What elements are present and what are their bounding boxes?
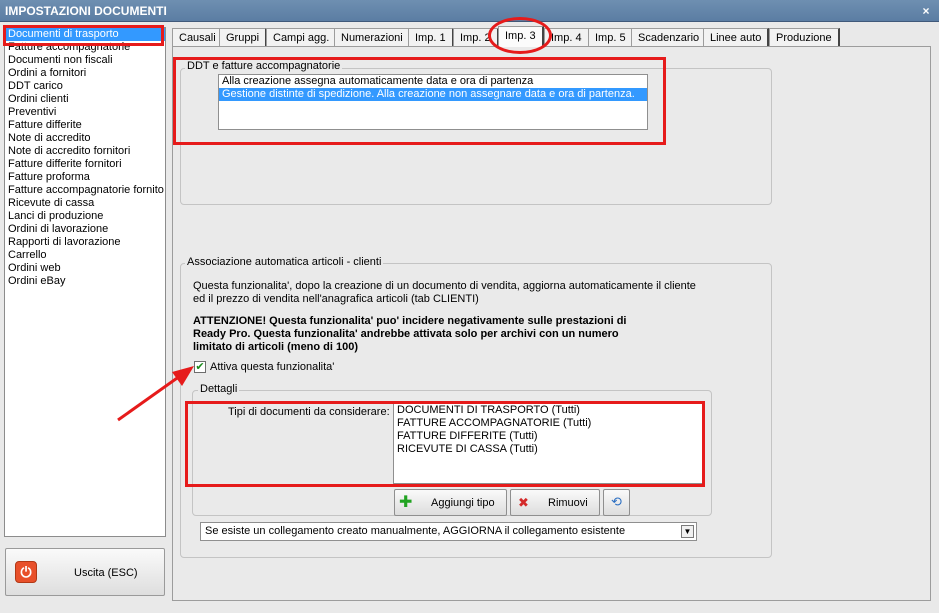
list-item[interactable]: Ordini clienti	[5, 93, 165, 106]
ddt-options-list[interactable]: Alla creazione assegna automaticamente d…	[218, 74, 648, 130]
list-item[interactable]: FATTURE DIFFERITE (Tutti)	[394, 430, 702, 443]
list-item[interactable]: DOCUMENTI DI TRASPORTO (Tutti)	[394, 404, 702, 417]
link-mode-select[interactable]: Se esiste un collegamento creato manualm…	[200, 522, 697, 541]
tab-imp-1[interactable]: Imp. 1	[408, 28, 454, 47]
list-item[interactable]: Note di accredito fornitori	[5, 145, 165, 158]
tab-linee-auto[interactable]: Linee auto	[703, 28, 770, 47]
add-type-button-label: Aggiungi tipo	[431, 497, 495, 509]
add-icon: ✚	[399, 494, 413, 511]
list-item[interactable]: Ordini di lavorazione	[5, 223, 165, 236]
exit-button-label: Uscita (ESC)	[74, 567, 138, 579]
list-item[interactable]: Lanci di produzione	[5, 210, 165, 223]
list-item[interactable]: Fatture differite	[5, 119, 165, 132]
tab-imp-3[interactable]: Imp. 3	[498, 26, 544, 47]
clear-list-button[interactable]: ⟲	[603, 489, 630, 516]
list-item[interactable]: Rapporti di lavorazione	[5, 236, 165, 249]
remove-icon: ✖	[518, 495, 529, 510]
tab-produzione[interactable]: Produzione	[769, 28, 840, 47]
power-icon: ⏻	[15, 561, 37, 583]
tab-scadenzario[interactable]: Scadenzario	[631, 28, 708, 47]
remove-button-label: Rimuovi	[548, 497, 588, 509]
list-item-documenti-di-trasporto[interactable]: Documenti di trasporto	[5, 28, 165, 41]
chevron-down-icon[interactable]: ▼	[681, 525, 694, 538]
list-item[interactable]: RICEVUTE DI CASSA (Tutti)	[394, 443, 702, 456]
list-item[interactable]: Carrello	[5, 249, 165, 262]
list-item[interactable]: FATTURE ACCOMPAGNATORIE (Tutti)	[394, 417, 702, 430]
add-type-button[interactable]: ✚ Aggiungi tipo	[394, 489, 507, 516]
list-item[interactable]: Fatture accompagnatorie	[5, 41, 165, 54]
link-mode-value: Se esiste un collegamento creato manualm…	[205, 525, 626, 537]
list-item[interactable]: Fatture proforma	[5, 171, 165, 184]
list-item[interactable]: Note di accredito	[5, 132, 165, 145]
list-item[interactable]: DDT carico	[5, 80, 165, 93]
activate-feature-label[interactable]: Attiva questa funzionalita'	[210, 361, 334, 373]
assoc-warning-line-3: limitato di articoli (meno di 100)	[193, 341, 359, 353]
doc-types-list[interactable]: DOCUMENTI DI TRASPORTO (Tutti) FATTURE A…	[393, 403, 703, 484]
tab-imp-4[interactable]: Imp. 4	[544, 28, 590, 47]
list-item[interactable]: Ordini eBay	[5, 275, 165, 288]
list-item[interactable]: Ricevute di cassa	[5, 197, 165, 210]
tab-imp-5[interactable]: Imp. 5	[588, 28, 634, 47]
tab-numerazioni[interactable]: Numerazioni	[334, 28, 411, 47]
tab-campi-agg[interactable]: Campi agg.	[266, 28, 338, 47]
details-group-legend: Dettagli	[198, 383, 240, 395]
close-icon[interactable]: ×	[919, 0, 933, 22]
list-item[interactable]: Ordini web	[5, 262, 165, 275]
list-item[interactable]: Documenti non fiscali	[5, 54, 165, 67]
document-type-list[interactable]: Documenti di trasporto Fatture accompagn…	[4, 27, 166, 537]
assoc-group-legend: Associazione automatica articoli - clien…	[185, 256, 384, 268]
ddt-option-assign-date[interactable]: Alla creazione assegna automaticamente d…	[219, 75, 647, 88]
recycle-icon: ⟲	[611, 494, 622, 509]
assoc-warning-line-2: Ready Pro. Questa funzionalita' andrebbe…	[193, 328, 619, 340]
ddt-group-legend: DDT e fatture accompagnatorie	[185, 60, 343, 72]
assoc-description-line-2: ed il prezzo di vendita nell'anagrafica …	[193, 293, 479, 305]
assoc-warning-line-1: ATTENZIONE! Questa funzionalita' puo' in…	[193, 315, 627, 327]
list-item[interactable]: Preventivi	[5, 106, 165, 119]
tab-imp-2[interactable]: Imp. 2	[453, 28, 499, 47]
window-titlebar: IMPOSTAZIONI DOCUMENTI ×	[0, 0, 939, 22]
tab-gruppi[interactable]: Gruppi	[219, 28, 268, 47]
ddt-option-shipping-lists[interactable]: Gestione distinte di spedizione. Alla cr…	[219, 88, 647, 101]
list-item[interactable]: Fatture differite fornitori	[5, 158, 165, 171]
window-title: IMPOSTAZIONI DOCUMENTI	[5, 4, 167, 18]
assoc-description-line-1: Questa funzionalita', dopo la creazione …	[193, 280, 696, 292]
list-item[interactable]: Ordini a fornitori	[5, 67, 165, 80]
exit-button[interactable]: ⏻ Uscita (ESC)	[5, 548, 165, 596]
tab-causali[interactable]: Causali	[172, 28, 224, 47]
list-item[interactable]: Fatture accompagnatorie fornito	[5, 184, 165, 197]
remove-button[interactable]: ✖ Rimuovi	[510, 489, 600, 516]
doc-types-label: Tipi di documenti da considerare:	[228, 406, 390, 418]
